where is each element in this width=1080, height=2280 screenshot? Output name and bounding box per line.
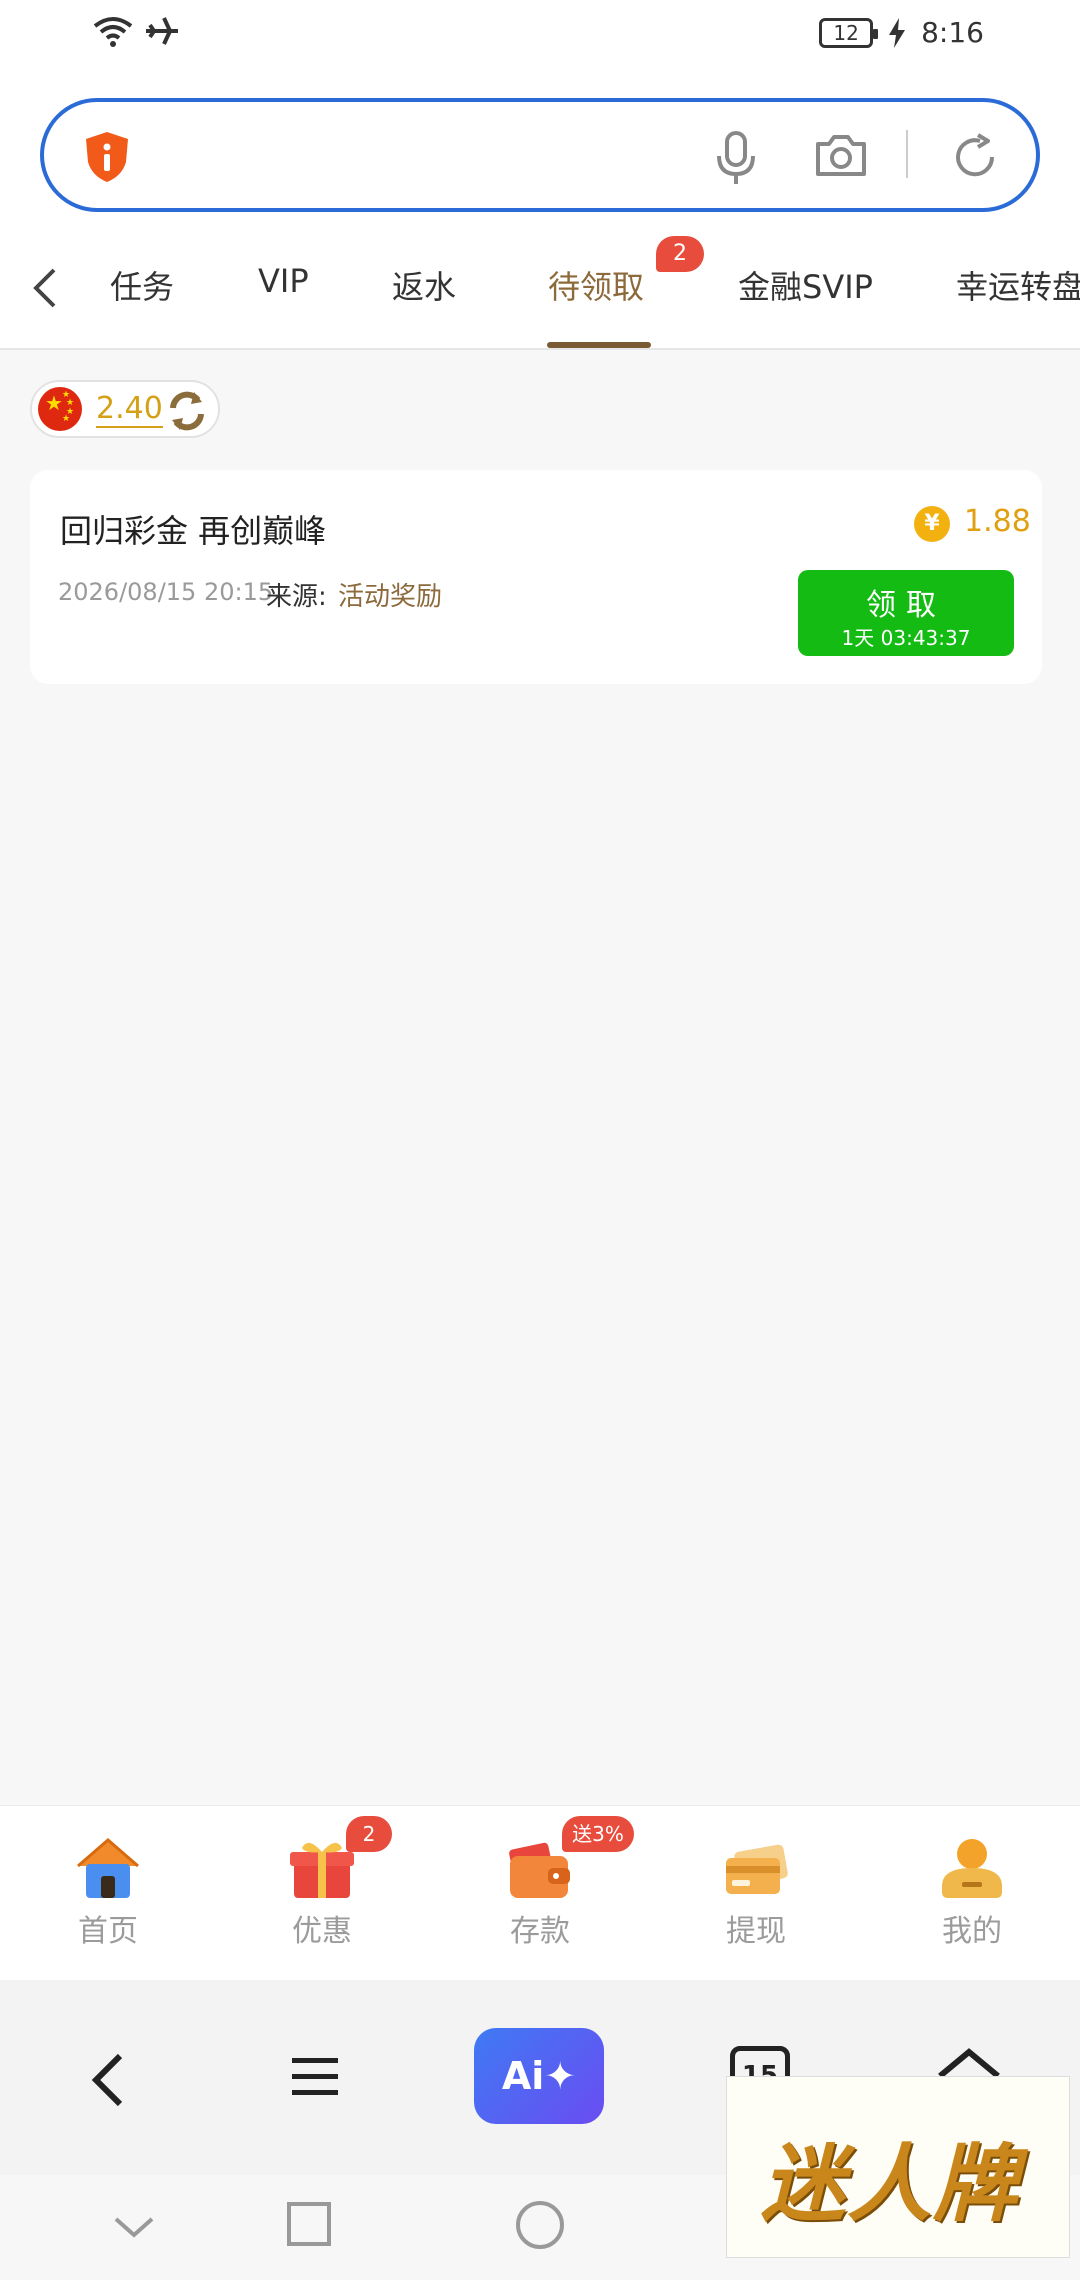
back-icon[interactable] [88,2050,128,2110]
status-time: 8:16 [921,16,984,49]
nav-promotions-label: 优惠 [292,1914,352,1949]
refresh-icon[interactable] [950,132,1000,182]
airplane-icon [146,17,178,45]
reward-card: 回归彩金 再创巅峰 2026/08/15 20:15 来源: 活动奖励 ¥ 1.… [30,470,1042,684]
nav-home[interactable]: 首页 [38,1834,178,1950]
status-icons-left [92,14,180,48]
tabs-back-icon[interactable] [30,266,60,310]
claim-button[interactable]: 领取 1天 03:43:37 [798,570,1014,656]
nav-promotions-badge: 2 [346,1816,392,1852]
balance-refresh-icon[interactable] [164,388,210,434]
mic-icon[interactable] [714,130,758,186]
balance-value: 2.40 [96,391,163,428]
hide-icon[interactable] [112,2213,156,2241]
tab-vip[interactable]: VIP [258,262,309,300]
house-icon [77,1838,139,1898]
active-tab-indicator [547,342,651,348]
battery-icon: 12 [819,17,879,48]
coin-icon: ¥ [914,506,950,542]
home-circle-icon[interactable] [514,2199,566,2251]
reward-source-label: 来源: [266,582,327,612]
claim-button-label: 领取 [866,588,946,623]
recents-icon[interactable] [286,2201,332,2247]
ai-label: Ai✦ [501,2054,577,2098]
china-flag-icon: ★ ★ ★ ★ ★ [38,387,82,431]
nav-deposit-badge: 送3% [562,1816,634,1852]
reward-source: 活动奖励 [338,582,443,612]
charging-icon [889,17,906,48]
bottom-nav: 首页 优惠 2 存款 送3% 提现 我的 [0,1805,1080,1980]
currency-symbol: ¥ [924,511,940,536]
ai-assistant-button[interactable]: Ai✦ [474,2028,604,2124]
tab-rebate[interactable]: 返水 [392,262,456,308]
address-bar[interactable] [40,98,1040,212]
nav-withdraw[interactable]: 提现 [686,1834,826,1950]
nav-deposit-label: 存款 [510,1914,570,1949]
claim-countdown: 1天 03:43:37 [841,626,971,650]
menu-icon[interactable] [290,2052,340,2102]
tab-pending[interactable]: 待领取 [548,262,644,308]
address-separator [906,130,908,178]
tab-tasks[interactable]: 任务 [110,262,174,308]
nav-withdraw-label: 提现 [726,1914,786,1949]
reward-date: 2026/08/15 20:15 [58,578,274,606]
browser-address-area [0,80,1080,230]
tab-lucky-wheel[interactable]: 幸运转盘 [956,262,1080,308]
camera-icon[interactable] [814,132,868,178]
watermark-logo: 迷人牌 [726,2076,1070,2258]
shield-icon[interactable] [82,130,132,184]
category-tabs: 任务 VIP 返水 待领取 2 金融SVIP 幸运转盘 [0,230,1080,350]
battery-level: 12 [833,20,859,45]
watermark-text: 迷人牌 [761,2135,1020,2233]
balance-chip[interactable]: ★ ★ ★ ★ ★ 2.40 [30,380,220,438]
status-bar: 12 8:16 [0,0,1080,80]
tab-finance-svip[interactable]: 金融SVIP [738,262,873,308]
nav-home-label: 首页 [78,1914,138,1949]
status-icons-right: 12 8:16 [819,16,984,49]
profile-icon [942,1839,1002,1898]
card-icon [726,1844,788,1894]
nav-profile[interactable]: 我的 [902,1834,1042,1950]
tab-pending-badge: 2 [656,236,704,272]
reward-amount: 1.88 [964,504,1031,539]
wifi-icon [93,17,133,47]
reward-title: 回归彩金 再创巅峰 [60,512,327,550]
nav-profile-label: 我的 [942,1914,1002,1949]
